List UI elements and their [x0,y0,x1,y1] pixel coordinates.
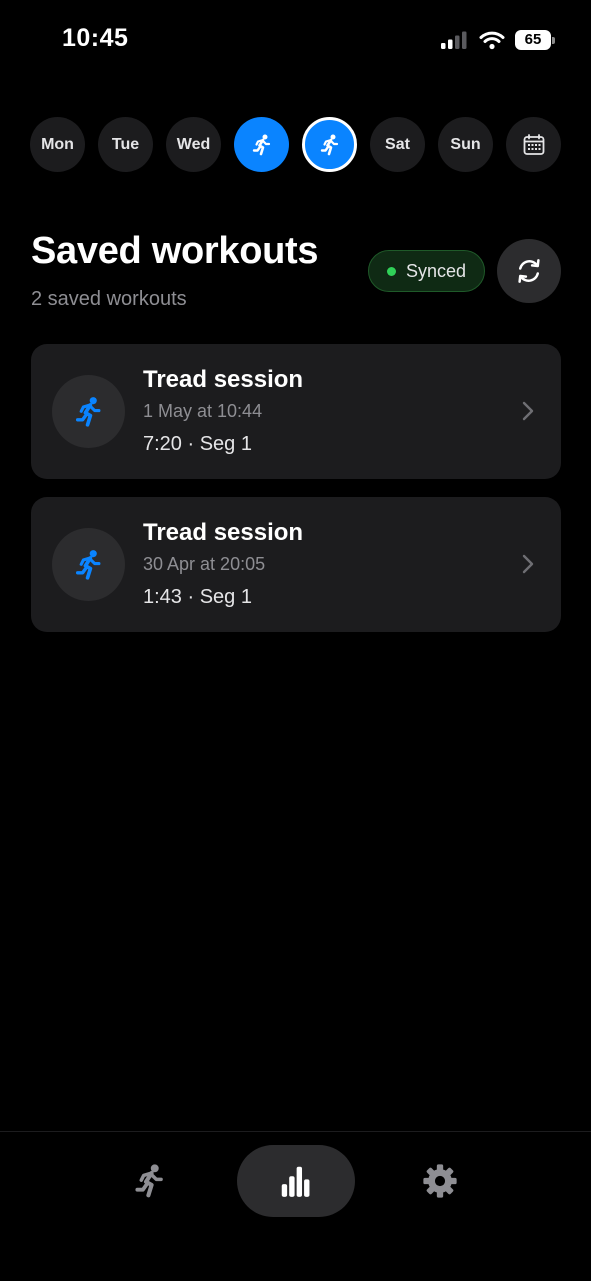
calendar-icon [523,133,544,155]
workout-title: Tread session [143,366,304,393]
sync-status-badge: Synced [368,250,485,292]
tab-run[interactable] [110,1145,190,1217]
run-icon [320,134,338,155]
day-tue[interactable]: Tue [98,117,153,172]
run-icon [135,1164,163,1198]
gear-icon [423,1164,457,1198]
bar-chart-icon [281,1166,310,1197]
status-bar: 10:45 65 [0,0,591,80]
sync-status-label: Synced [405,260,467,281]
day-thu-workout[interactable] [234,117,289,172]
run-icon [252,134,270,155]
day-fri-today-selected[interactable] [302,117,357,172]
day-mon[interactable]: Mon [30,117,85,172]
battery-indicator: 65 [515,30,555,50]
workout-date: 30 Apr at 20:05 [143,554,266,574]
calendar-button[interactable] [506,117,561,172]
workout-icon-badge [52,528,125,601]
workout-card[interactable]: Tread session 1 May at 10:44 7:20 · Seg … [31,344,561,479]
day-sat[interactable]: Sat [370,117,425,172]
day-sun[interactable]: Sun [438,117,493,172]
chevron-right-icon [522,554,534,574]
status-time: 10:45 [62,24,129,52]
page-title: Saved workouts [31,230,319,272]
status-icons: 65 [439,28,555,52]
workout-title: Tread session [143,519,304,546]
workout-list: Tread session 1 May at 10:44 7:20 · Seg … [31,344,561,650]
refresh-button[interactable] [497,239,561,303]
run-icon [75,396,100,427]
tab-bar [0,1131,591,1281]
workout-date: 1 May at 10:44 [143,401,263,421]
wifi-icon [479,31,505,50]
workout-icon-badge [52,375,125,448]
cellular-signal-icon [441,31,467,49]
week-day-selector: Mon Tue Wed Sat Sun [30,117,561,172]
refresh-icon [518,259,540,283]
workout-card[interactable]: Tread session 30 Apr at 20:05 1:43 · Seg… [31,497,561,632]
day-wed[interactable]: Wed [166,117,221,172]
synced-dot-icon [386,266,396,276]
tab-settings[interactable] [400,1145,480,1217]
workout-duration-segment: 7:20 · Seg 1 [143,433,252,455]
saved-count-subtitle: 2 saved workouts [31,288,187,310]
tab-stats-active[interactable] [237,1145,355,1217]
chevron-right-icon [522,401,534,421]
workout-duration-segment: 1:43 · Seg 1 [143,586,252,608]
run-icon [75,549,100,580]
